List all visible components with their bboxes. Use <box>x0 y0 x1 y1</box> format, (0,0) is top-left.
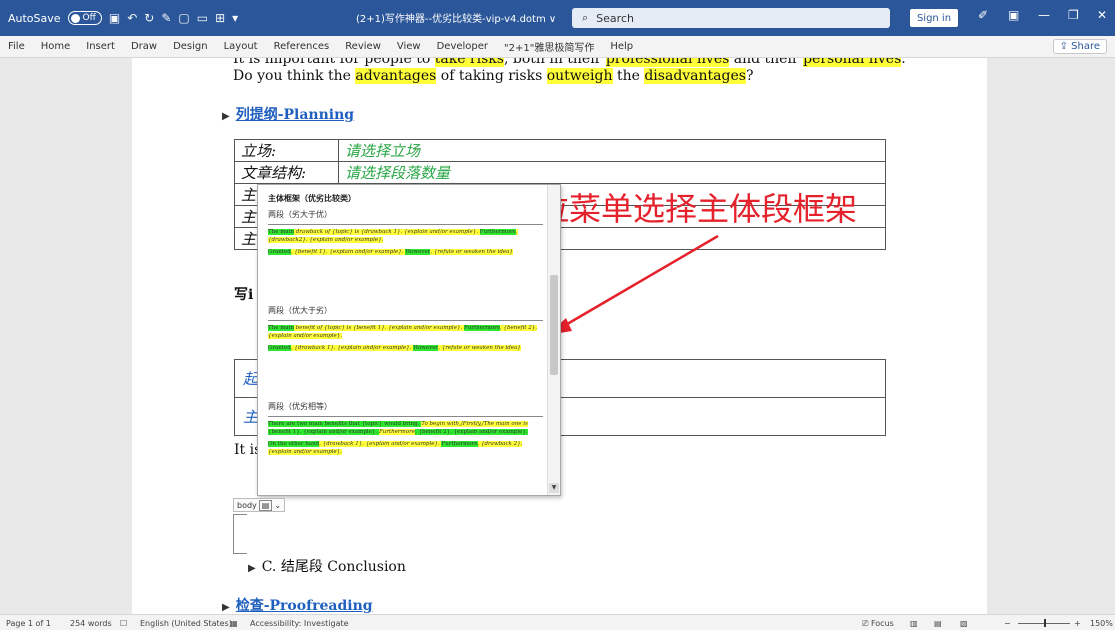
template-fragment: Furthermore <box>463 325 500 331</box>
framework-option[interactable]: 两段（优大于劣） The main benefit of {topic} is {… <box>268 305 543 356</box>
template-fragment: Granted <box>268 249 291 255</box>
body-content-control[interactable]: body ▤ ⌄ <box>233 498 286 512</box>
template-fragment: , {benefit 2}. {explain and/or example}. <box>414 429 528 435</box>
framework-option[interactable]: 两段（优劣相等） There are two main benefits that… <box>268 401 543 460</box>
zoom-slider-knob[interactable] <box>1044 619 1046 627</box>
focus-icon: ⎚ <box>862 619 871 628</box>
accessibility-status[interactable]: Accessibility: Investigate <box>250 619 349 628</box>
template-fragment: Furthermore <box>378 429 415 435</box>
page-count[interactable]: Page 1 of 1 <box>6 619 51 628</box>
dropdown-scrollbar[interactable]: ▼ <box>547 185 560 495</box>
body-control-label: body <box>237 500 257 510</box>
template-fragment: , {drawback 1}. {explain and/or example}… <box>319 441 442 447</box>
option-heading: 两段（优劣相等） <box>268 401 543 417</box>
macro-icon[interactable]: ▦ <box>230 619 238 628</box>
template-fragment: {benefit 1}. {explain and/or example}. <box>268 429 379 435</box>
template-fragment: However <box>413 345 439 351</box>
option-template-text: The main benefit of {topic} is {benefit … <box>268 324 543 340</box>
option-template-text: Granted, {drawback 1}. {explain and/or e… <box>268 344 543 352</box>
template-fragment: Furthermore <box>441 441 478 447</box>
web-layout-icon[interactable]: ▧ <box>960 619 968 628</box>
status-bar: Page 1 of 1 254 words ☐ English (United … <box>0 614 1115 630</box>
read-mode-icon[interactable]: ▥ <box>910 619 918 628</box>
zoom-level[interactable]: 150% <box>1090 619 1113 628</box>
template-fragment: Granted <box>268 345 291 351</box>
template-fragment: , {refute or weaken the idea} <box>430 249 513 255</box>
zoom-in-icon[interactable]: + <box>1074 619 1081 628</box>
template-fragment: On the other hand <box>268 441 320 447</box>
zoom-out-icon[interactable]: − <box>1004 619 1011 628</box>
word-count[interactable]: 254 words <box>70 619 112 628</box>
proofing-icon[interactable]: ☐ <box>120 619 127 628</box>
focus-button[interactable]: ⎚ Focus <box>862 619 894 629</box>
option-template-text: There are two main benefits that {topic}… <box>268 420 543 436</box>
option-template-text: The main drawback of {topic} is {drawbac… <box>268 228 543 244</box>
scroll-down-icon[interactable]: ▼ <box>549 483 559 493</box>
template-fragment: The main <box>268 325 295 331</box>
language[interactable]: English (United States) <box>140 619 232 628</box>
framework-option[interactable]: 两段（劣大于优） The main drawback of {topic} is … <box>268 209 543 260</box>
chevron-down-icon[interactable]: ⌄ <box>274 501 281 510</box>
dropdown-title: 主体框架（优劣比较类） <box>268 194 356 203</box>
option-template-text: Granted, {benefit 1}. {explain and/or ex… <box>268 248 543 256</box>
template-fragment: , {refute or weaken the idea} <box>438 345 521 351</box>
scrollbar-thumb[interactable] <box>550 275 558 375</box>
template-fragment: benefit of {topic} is {benefit 1}. {expl… <box>294 325 464 331</box>
option-template-text: On the other hand, {drawback 1}. {explai… <box>268 440 543 456</box>
focus-label: Focus <box>870 619 894 628</box>
gallery-icon[interactable]: ▤ <box>258 499 273 511</box>
template-fragment: , {drawback 1}. {explain and/or example}… <box>290 345 414 351</box>
template-fragment: The main <box>268 229 295 235</box>
body-framework-dropdown[interactable]: 主体框架（优劣比较类） 两段（劣大于优） The main drawback of… <box>257 184 561 496</box>
template-fragment: Furthermore <box>479 229 516 235</box>
print-layout-icon[interactable]: ▤ <box>934 619 942 628</box>
template-fragment: drawback of {topic} is {drawback 1}. {ex… <box>294 229 480 235</box>
template-fragment: There are two main benefits that {topic}… <box>268 421 422 427</box>
template-fragment: However <box>405 249 431 255</box>
content-control-frame[interactable] <box>233 514 247 554</box>
template-fragment: , {benefit 1}. {explain and/or example}. <box>290 249 406 255</box>
option-heading: 两段（劣大于优） <box>268 209 543 225</box>
template-fragment: To begin with,/Firstly,/The main one is <box>421 421 528 427</box>
option-heading: 两段（优大于劣） <box>268 305 543 321</box>
